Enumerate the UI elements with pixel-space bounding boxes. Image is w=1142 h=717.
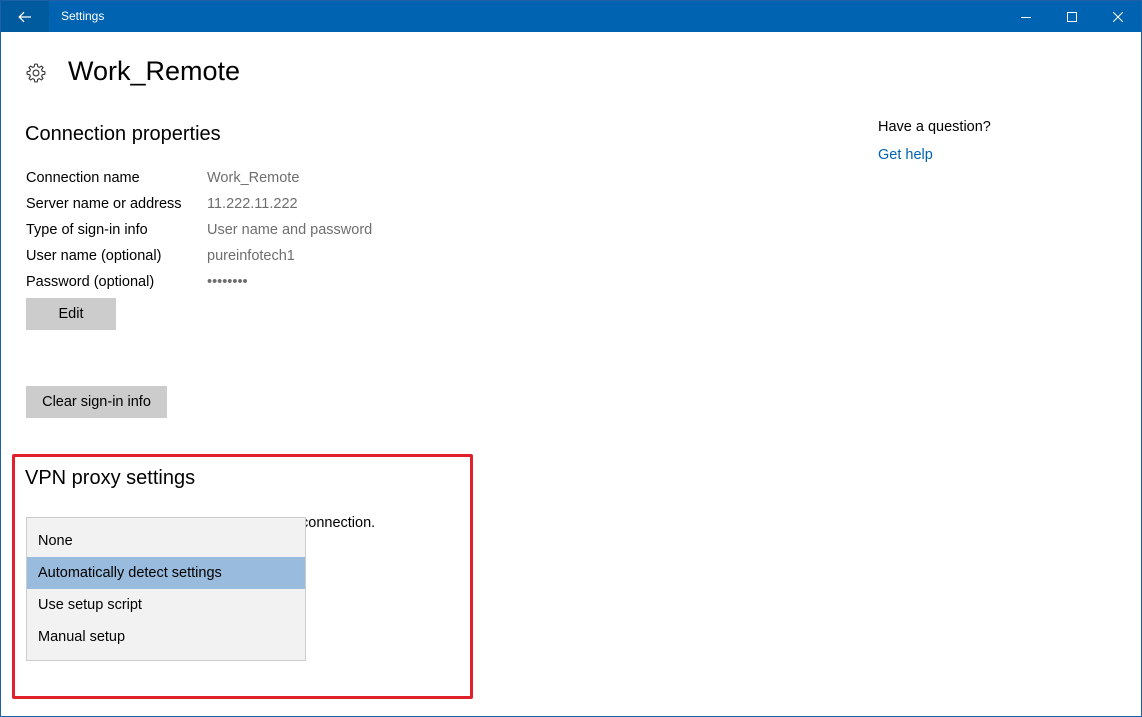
server-address-value: 11.222.11.222 — [207, 196, 298, 212]
back-arrow-icon — [18, 11, 31, 22]
close-icon — [1113, 11, 1123, 22]
gear-icon — [26, 63, 46, 83]
connection-name-label: Connection name — [26, 170, 140, 186]
proxy-description-text: connection. — [301, 515, 376, 531]
proxy-option-auto-detect[interactable]: Automatically detect settings — [27, 557, 305, 589]
title-bar: Settings — [1, 1, 1141, 32]
sign-in-type-value: User name and password — [207, 222, 373, 238]
edit-button[interactable]: Edit — [26, 298, 116, 330]
clear-sign-in-info-button[interactable]: Clear sign-in info — [26, 386, 167, 418]
proxy-option-manual[interactable]: Manual setup — [27, 621, 305, 653]
get-help-link[interactable]: Get help — [878, 147, 933, 163]
back-button[interactable] — [1, 1, 49, 32]
connection-name-value: Work_Remote — [207, 170, 300, 186]
vpn-proxy-settings-heading: VPN proxy settings — [25, 467, 196, 489]
maximize-icon — [1067, 11, 1077, 22]
password-label: Password (optional) — [26, 274, 155, 290]
page-title: Work_Remote — [68, 56, 241, 86]
help-question: Have a question? — [878, 119, 991, 135]
user-name-label: User name (optional) — [26, 248, 162, 264]
minimize-icon — [1021, 16, 1031, 18]
server-address-label: Server name or address — [26, 196, 182, 212]
minimize-button[interactable] — [1003, 1, 1049, 32]
password-value: •••••••• — [207, 274, 248, 290]
user-name-value: pureinfotech1 — [207, 248, 295, 264]
proxy-option-none[interactable]: None — [27, 525, 305, 557]
close-button[interactable] — [1095, 1, 1141, 32]
settings-window: Settings Work_Remote Connection properti… — [0, 0, 1142, 717]
proxy-option-setup-script[interactable]: Use setup script — [27, 589, 305, 621]
window-title: Settings — [61, 9, 105, 23]
maximize-button[interactable] — [1049, 1, 1095, 32]
sign-in-type-label: Type of sign-in info — [26, 222, 148, 238]
connection-properties-heading: Connection properties — [25, 123, 221, 145]
proxy-dropdown-list: None Automatically detect settings Use s… — [26, 517, 306, 661]
